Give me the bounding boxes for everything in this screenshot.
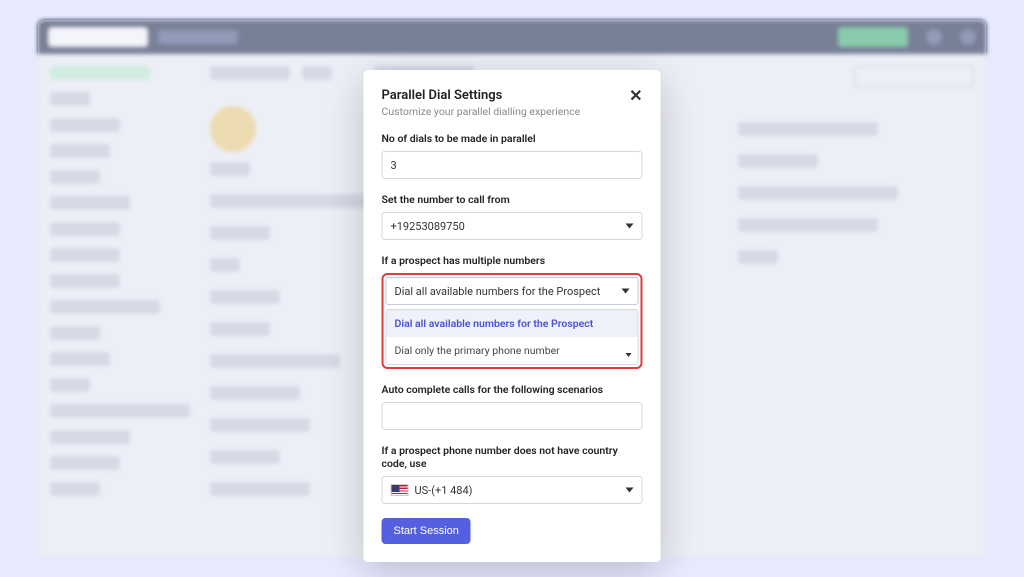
us-flag-icon <box>391 484 409 496</box>
dials-input[interactable]: 3 <box>382 151 643 179</box>
field-label: If a prospect phone number does not have… <box>382 444 643 470</box>
start-session-button[interactable]: Start Session <box>382 518 471 544</box>
field-auto-complete: Auto complete calls for the following sc… <box>382 383 643 430</box>
auto-complete-input[interactable] <box>382 402 643 430</box>
call-from-select[interactable]: +19253089750 <box>382 212 643 240</box>
modal-title: Parallel Dial Settings <box>382 88 581 103</box>
field-call-from: Set the number to call from +19253089750 <box>382 193 643 240</box>
field-multiple-numbers: If a prospect has multiple numbers Dial … <box>382 254 643 369</box>
dropdown-option[interactable]: Dial all available numbers for the Prosp… <box>387 310 638 337</box>
country-code-select[interactable]: US-(+1 484) <box>382 476 643 504</box>
dials-value: 3 <box>391 159 397 172</box>
country-code-value: US-(+1 484) <box>415 484 473 497</box>
parallel-dial-settings-modal: Parallel Dial Settings Customize your pa… <box>364 70 661 562</box>
multiple-numbers-select[interactable]: Dial all available numbers for the Prosp… <box>386 277 639 305</box>
call-from-value: +19253089750 <box>391 220 465 233</box>
multiple-numbers-dropdown: Dial all available numbers for the Prosp… <box>386 309 639 365</box>
field-label: If a prospect has multiple numbers <box>382 254 643 267</box>
field-label: Auto complete calls for the following sc… <box>382 383 643 396</box>
multiple-numbers-value: Dial all available numbers for the Prosp… <box>395 285 601 298</box>
chevron-down-icon <box>626 224 634 229</box>
chevron-down-icon <box>622 289 630 294</box>
field-country-code: If a prospect phone number does not have… <box>382 444 643 504</box>
highlight-callout: Dial all available numbers for the Prosp… <box>382 273 643 369</box>
modal-subtitle: Customize your parallel dialling experie… <box>382 105 581 118</box>
chevron-down-icon <box>626 353 632 357</box>
dropdown-option[interactable]: Dial only the primary phone number <box>387 337 638 364</box>
field-label: Set the number to call from <box>382 193 643 206</box>
field-no-of-dials: No of dials to be made in parallel 3 <box>382 132 643 179</box>
chevron-down-icon <box>626 488 634 493</box>
field-label: No of dials to be made in parallel <box>382 132 643 145</box>
close-icon[interactable]: ✕ <box>629 88 642 104</box>
